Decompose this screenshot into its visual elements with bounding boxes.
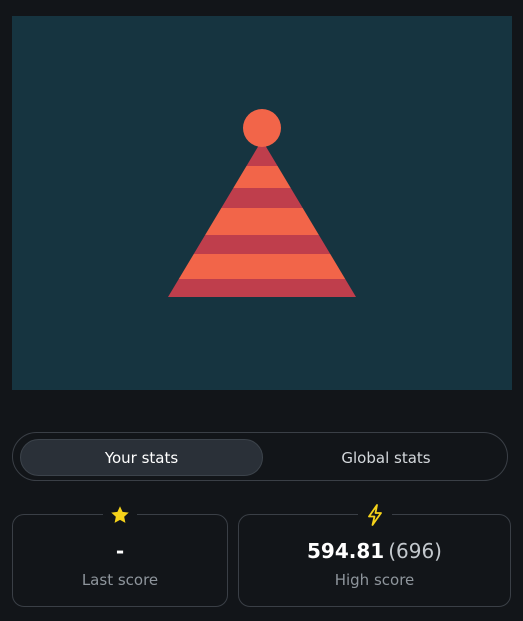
high-score-value: 594.81 (307, 539, 385, 563)
last-score-label: Last score (81, 571, 159, 589)
stats-toggle: Your stats Global stats (12, 432, 508, 481)
tab-your-stats[interactable]: Your stats (20, 439, 263, 476)
last-score-value: - (115, 539, 125, 563)
game-canvas (12, 16, 512, 390)
high-score-count: (696) (388, 539, 442, 563)
party-hat-icon (168, 140, 356, 297)
lightning-icon (357, 501, 392, 529)
high-score-card: 594.81 (696) High score (238, 501, 511, 607)
hat-pompom (243, 109, 281, 147)
star-icon (103, 501, 137, 529)
last-score-card: - Last score (12, 501, 228, 607)
high-score-label: High score (334, 571, 415, 589)
high-score-value-row: 594.81 (696) (239, 539, 510, 563)
party-hat-illustration (168, 109, 356, 297)
tab-global-stats[interactable]: Global stats (269, 439, 503, 476)
